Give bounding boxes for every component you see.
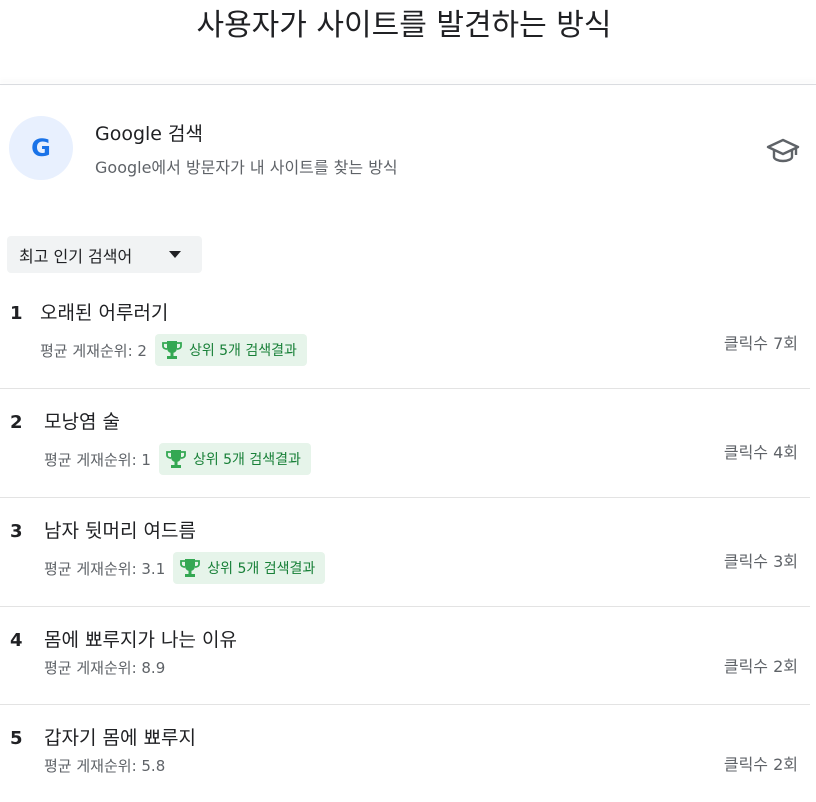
query-row[interactable]: 3 남자 뒷머리 여드름 평균 게재순위: 3.1 상위 5개 검색결과 클릭수… <box>0 498 810 607</box>
google-logo-avatar: G <box>9 116 73 180</box>
top-queries-dropdown[interactable]: 최고 인기 검색어 <box>7 236 202 273</box>
query-meta: 평균 게재순위: 2 상위 5개 검색결과 <box>40 334 307 366</box>
query-meta: 평균 게재순위: 1 상위 5개 검색결과 <box>44 443 311 475</box>
query-rank: 3 <box>10 521 23 542</box>
average-position: 평균 게재순위: 2 <box>40 341 147 360</box>
top5-badge-label: 상위 5개 검색결과 <box>188 343 297 359</box>
query-meta: 평균 게재순위: 3.1 상위 5개 검색결과 <box>44 552 326 584</box>
query-row[interactable]: 5 갑자기 몸에 뾰루지 평균 게재순위: 5.8 클릭수 2회 <box>0 705 810 802</box>
click-count: 클릭수 7회 <box>723 334 798 353</box>
trophy-icon <box>162 341 182 359</box>
top5-badge: 상위 5개 검색결과 <box>158 443 311 475</box>
query-text: 갑자기 몸에 뾰루지 <box>44 727 196 749</box>
click-count: 클릭수 4회 <box>723 443 798 462</box>
click-count: 클릭수 2회 <box>723 755 798 774</box>
click-count: 클릭수 3회 <box>723 552 798 571</box>
query-row[interactable]: 2 모낭염 술 평균 게재순위: 1 상위 5개 검색결과 클릭수 4회 <box>0 389 810 498</box>
source-title: Google 검색 <box>95 123 204 145</box>
query-meta: 평균 게재순위: 5.8 <box>44 753 173 777</box>
dropdown-label: 최고 인기 검색어 <box>19 246 133 266</box>
average-position: 평균 게재순위: 3.1 <box>44 559 166 578</box>
trophy-icon <box>180 559 201 577</box>
average-position: 평균 게재순위: 5.8 <box>44 756 166 775</box>
top5-badge: 상위 5개 검색결과 <box>154 334 307 366</box>
query-text: 남자 뒷머리 여드름 <box>44 520 196 542</box>
page-title: 사용자가 사이트를 발견하는 방식 <box>196 8 612 43</box>
top5-badge-label: 상위 5개 검색결과 <box>207 561 316 577</box>
query-rank: 1 <box>10 303 23 324</box>
query-meta: 평균 게재순위: 8.9 <box>44 655 173 679</box>
query-row[interactable]: 4 몸에 뾰루지가 나는 이유 평균 게재순위: 8.9 클릭수 2회 <box>0 607 810 705</box>
query-text: 오래된 어루러기 <box>40 302 169 324</box>
top5-badge-label: 상위 5개 검색결과 <box>192 452 301 468</box>
query-rank: 2 <box>10 412 23 433</box>
source-subtitle: Google에서 방문자가 내 사이트를 찾는 방식 <box>95 158 398 177</box>
average-position: 평균 게재순위: 1 <box>44 450 151 469</box>
query-row[interactable]: 1 오래된 어루러기 평균 게재순위: 2 상위 5개 검색결과 클릭수 7회 <box>0 280 810 389</box>
query-rank: 5 <box>10 728 23 749</box>
query-rank: 4 <box>10 630 23 651</box>
school-icon[interactable] <box>766 135 800 165</box>
header-divider <box>0 84 816 85</box>
query-text: 모낭염 술 <box>44 411 120 433</box>
average-position: 평균 게재순위: 8.9 <box>44 658 166 677</box>
query-list: 1 오래된 어루러기 평균 게재순위: 2 상위 5개 검색결과 클릭수 7회 … <box>0 280 816 802</box>
trophy-icon <box>166 450 186 468</box>
top5-badge: 상위 5개 검색결과 <box>173 552 326 584</box>
click-count: 클릭수 2회 <box>723 657 798 676</box>
caret-down-icon <box>169 251 181 258</box>
query-text: 몸에 뾰루지가 나는 이유 <box>44 629 237 651</box>
source-header: G Google 검색 Google에서 방문자가 내 사이트를 찾는 방식 <box>0 110 816 190</box>
